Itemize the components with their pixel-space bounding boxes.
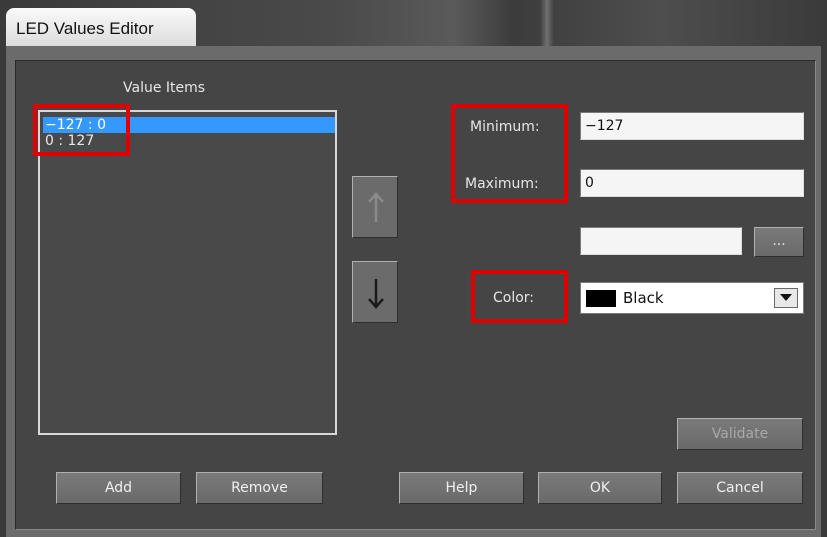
- ok-button[interactable]: OK: [538, 472, 662, 504]
- cancel-button[interactable]: Cancel: [677, 472, 803, 504]
- color-select[interactable]: Black: [580, 282, 804, 314]
- minimum-label: Minimum:: [470, 119, 540, 135]
- value-items-list[interactable]: −127 : 0 0 : 127: [38, 110, 337, 435]
- list-item[interactable]: 0 : 127: [43, 133, 335, 149]
- dropdown-button[interactable]: [774, 288, 798, 308]
- path-field[interactable]: [580, 227, 742, 255]
- window-title: LED Values Editor: [16, 19, 154, 38]
- validate-button[interactable]: Validate: [677, 418, 803, 450]
- down-arrow-icon: [368, 279, 384, 309]
- color-label: Color:: [493, 290, 535, 306]
- frame-left-edge: [0, 46, 6, 537]
- add-button[interactable]: Add: [56, 472, 181, 504]
- color-swatch: [586, 290, 616, 307]
- chevron-down-icon: [780, 294, 792, 301]
- help-button[interactable]: Help: [399, 472, 524, 504]
- move-down-button[interactable]: [352, 261, 398, 323]
- minimum-field[interactable]: −127: [580, 112, 804, 140]
- maximum-field[interactable]: 0: [580, 169, 804, 197]
- color-select-value: Black: [623, 289, 664, 307]
- move-up-button[interactable]: [352, 176, 398, 238]
- browse-button[interactable]: ...: [754, 227, 804, 257]
- maximum-label: Maximum:: [465, 176, 539, 192]
- value-items-label: Value Items: [123, 80, 206, 96]
- remove-button[interactable]: Remove: [196, 472, 323, 504]
- list-item[interactable]: −127 : 0: [43, 117, 335, 133]
- up-arrow-icon: [368, 192, 384, 222]
- title-bar-highlight: [540, 0, 554, 46]
- frame-right-edge: [821, 46, 827, 537]
